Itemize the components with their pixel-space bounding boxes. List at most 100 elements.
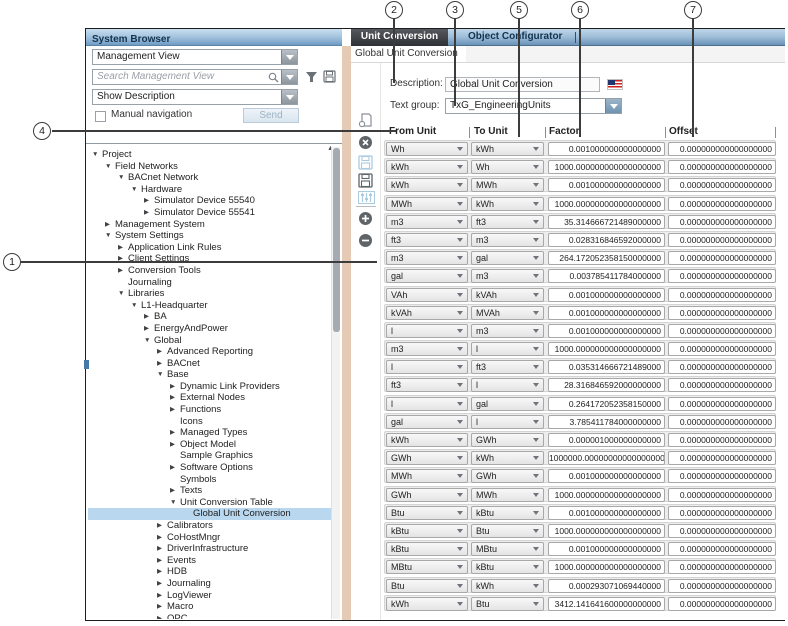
factor-input[interactable]: 1000000.000000000000000000 [548, 451, 665, 465]
chevron-down-icon[interactable] [281, 70, 297, 84]
tree-item-system-settings[interactable]: ▼System Settings [88, 230, 331, 242]
from-unit-dropdown[interactable]: gal [386, 415, 468, 429]
offset-input[interactable]: 0.000000000000000000 [668, 160, 776, 174]
collapsed-arrow-icon[interactable]: ▶ [170, 427, 180, 439]
from-unit-dropdown[interactable]: MWh [386, 469, 468, 483]
to-unit-dropdown[interactable]: l [471, 415, 544, 429]
chevron-down-icon[interactable] [457, 602, 463, 606]
chevron-down-icon[interactable] [533, 202, 539, 206]
tree-item-client-settings[interactable]: ▶Client Settings [88, 253, 331, 265]
tree-scrollbar-thumb[interactable] [333, 148, 340, 332]
tree-item-icons[interactable]: Icons [88, 416, 331, 428]
offset-input[interactable]: 0.000000000000000000 [668, 342, 776, 356]
offset-input[interactable]: 0.000000000000000000 [668, 488, 776, 502]
remove-row-icon[interactable] [358, 233, 373, 248]
offset-input[interactable]: 0.000000000000000000 [668, 469, 776, 483]
tree-item-events[interactable]: ▶Events [88, 555, 331, 567]
factor-input[interactable]: 28.316846592000000000 [548, 378, 665, 392]
factor-input[interactable]: 3.785411784000000000 [548, 415, 665, 429]
to-unit-dropdown[interactable]: kBtu [471, 506, 544, 520]
expanded-arrow-icon[interactable]: ▼ [144, 335, 154, 347]
chevron-down-icon[interactable] [533, 529, 539, 533]
factor-input[interactable]: 0.001000000000000000 [548, 142, 665, 156]
chevron-down-icon[interactable] [457, 511, 463, 515]
collapsed-arrow-icon[interactable]: ▶ [105, 219, 115, 231]
to-unit-dropdown[interactable]: gal [471, 251, 544, 265]
tree-item-advanced-reporting[interactable]: ▶Advanced Reporting [88, 346, 331, 358]
chevron-down-icon[interactable] [533, 165, 539, 169]
factor-input[interactable]: 0.001000000000000000 [548, 542, 665, 556]
management-view-dropdown[interactable]: Management View [92, 49, 298, 65]
factor-input[interactable]: 0.000293071069440000 [548, 579, 665, 593]
to-unit-dropdown[interactable]: kVAh [471, 288, 544, 302]
expanded-arrow-icon[interactable]: ▼ [105, 161, 115, 173]
tree-item-cohostmngr[interactable]: ▶CoHostMngr [88, 532, 331, 544]
to-unit-dropdown[interactable]: l [471, 342, 544, 356]
tree-item-symbols[interactable]: Symbols [88, 474, 331, 486]
search-input[interactable]: Search Management View [92, 69, 298, 85]
tree-item-hdb[interactable]: ▶HDB [88, 566, 331, 578]
factor-input[interactable]: 0.001000000000000000 [548, 306, 665, 320]
to-unit-dropdown[interactable]: GWh [471, 469, 544, 483]
offset-input[interactable]: 0.000000000000000000 [668, 324, 776, 338]
chevron-down-icon[interactable] [457, 547, 463, 551]
factor-input[interactable]: 0.003785411784000000 [548, 269, 665, 283]
collapsed-arrow-icon[interactable]: ▶ [118, 253, 128, 265]
chevron-down-icon[interactable] [281, 90, 297, 104]
offset-input[interactable]: 0.000000000000000000 [668, 233, 776, 247]
from-unit-dropdown[interactable]: MBtu [386, 560, 468, 574]
chevron-down-icon[interactable] [533, 402, 539, 406]
chevron-down-icon[interactable] [533, 511, 539, 515]
expanded-arrow-icon[interactable]: ▼ [105, 230, 115, 242]
chevron-down-icon[interactable] [533, 238, 539, 242]
to-unit-dropdown[interactable]: MBtu [471, 542, 544, 556]
offset-input[interactable]: 0.000000000000000000 [668, 197, 776, 211]
tree-item-project[interactable]: ▼Project [88, 149, 331, 161]
factor-input[interactable]: 1000.000000000000000000 [548, 342, 665, 356]
tree-item-sample-graphics[interactable]: Sample Graphics [88, 450, 331, 462]
chevron-down-icon[interactable] [457, 529, 463, 533]
tab-unit-conversion[interactable]: Unit Conversion [351, 29, 448, 46]
tree-item-base[interactable]: ▼Base [88, 369, 331, 381]
to-unit-dropdown[interactable]: l [471, 378, 544, 392]
expanded-arrow-icon[interactable]: ▼ [92, 149, 102, 161]
save-filter-icon[interactable] [323, 70, 336, 83]
chevron-down-icon[interactable] [457, 456, 463, 460]
factor-input[interactable]: 0.264172052358150000 [548, 397, 665, 411]
collapsed-arrow-icon[interactable]: ▶ [157, 520, 167, 532]
chevron-down-icon[interactable] [533, 584, 539, 588]
chevron-down-icon[interactable] [533, 383, 539, 387]
offset-input[interactable]: 0.000000000000000000 [668, 397, 776, 411]
to-unit-dropdown[interactable]: kBtu [471, 560, 544, 574]
to-unit-dropdown[interactable]: kWh [471, 579, 544, 593]
from-unit-dropdown[interactable]: GWh [386, 488, 468, 502]
offset-input[interactable]: 0.000000000000000000 [668, 378, 776, 392]
factor-input[interactable]: 0.000001000000000000 [548, 433, 665, 447]
to-unit-dropdown[interactable]: MWh [471, 178, 544, 192]
factor-input[interactable]: 1000.000000000000000000 [548, 524, 665, 538]
to-unit-dropdown[interactable]: kWh [471, 197, 544, 211]
expanded-arrow-icon[interactable]: ▼ [157, 369, 167, 381]
offset-input[interactable]: 0.000000000000000000 [668, 306, 776, 320]
tree-item-object-model[interactable]: ▶Object Model [88, 439, 331, 451]
chevron-down-icon[interactable] [457, 438, 463, 442]
expanded-arrow-icon[interactable]: ▼ [118, 288, 128, 300]
tree-item-management-system[interactable]: ▶Management System [88, 219, 331, 231]
factor-input[interactable]: 1000.000000000000000000 [548, 560, 665, 574]
offset-input[interactable]: 0.000000000000000000 [668, 415, 776, 429]
chevron-down-icon[interactable] [533, 274, 539, 278]
tree-item-texts[interactable]: ▶Texts [88, 485, 331, 497]
from-unit-dropdown[interactable]: kWh [386, 433, 468, 447]
offset-input[interactable]: 0.000000000000000000 [668, 269, 776, 283]
chevron-down-icon[interactable] [533, 311, 539, 315]
expanded-arrow-icon[interactable]: ▼ [170, 497, 180, 509]
chevron-down-icon[interactable] [457, 402, 463, 406]
chevron-down-icon[interactable] [457, 147, 463, 151]
chevron-down-icon[interactable] [457, 274, 463, 278]
tree-item-global-unit-conversion[interactable]: Global Unit Conversion [88, 508, 331, 520]
save-icon[interactable] [358, 173, 373, 188]
offset-input[interactable]: 0.000000000000000000 [668, 142, 776, 156]
from-unit-dropdown[interactable]: Wh [386, 142, 468, 156]
chevron-down-icon[interactable] [533, 474, 539, 478]
collapsed-arrow-icon[interactable]: ▶ [170, 485, 180, 497]
